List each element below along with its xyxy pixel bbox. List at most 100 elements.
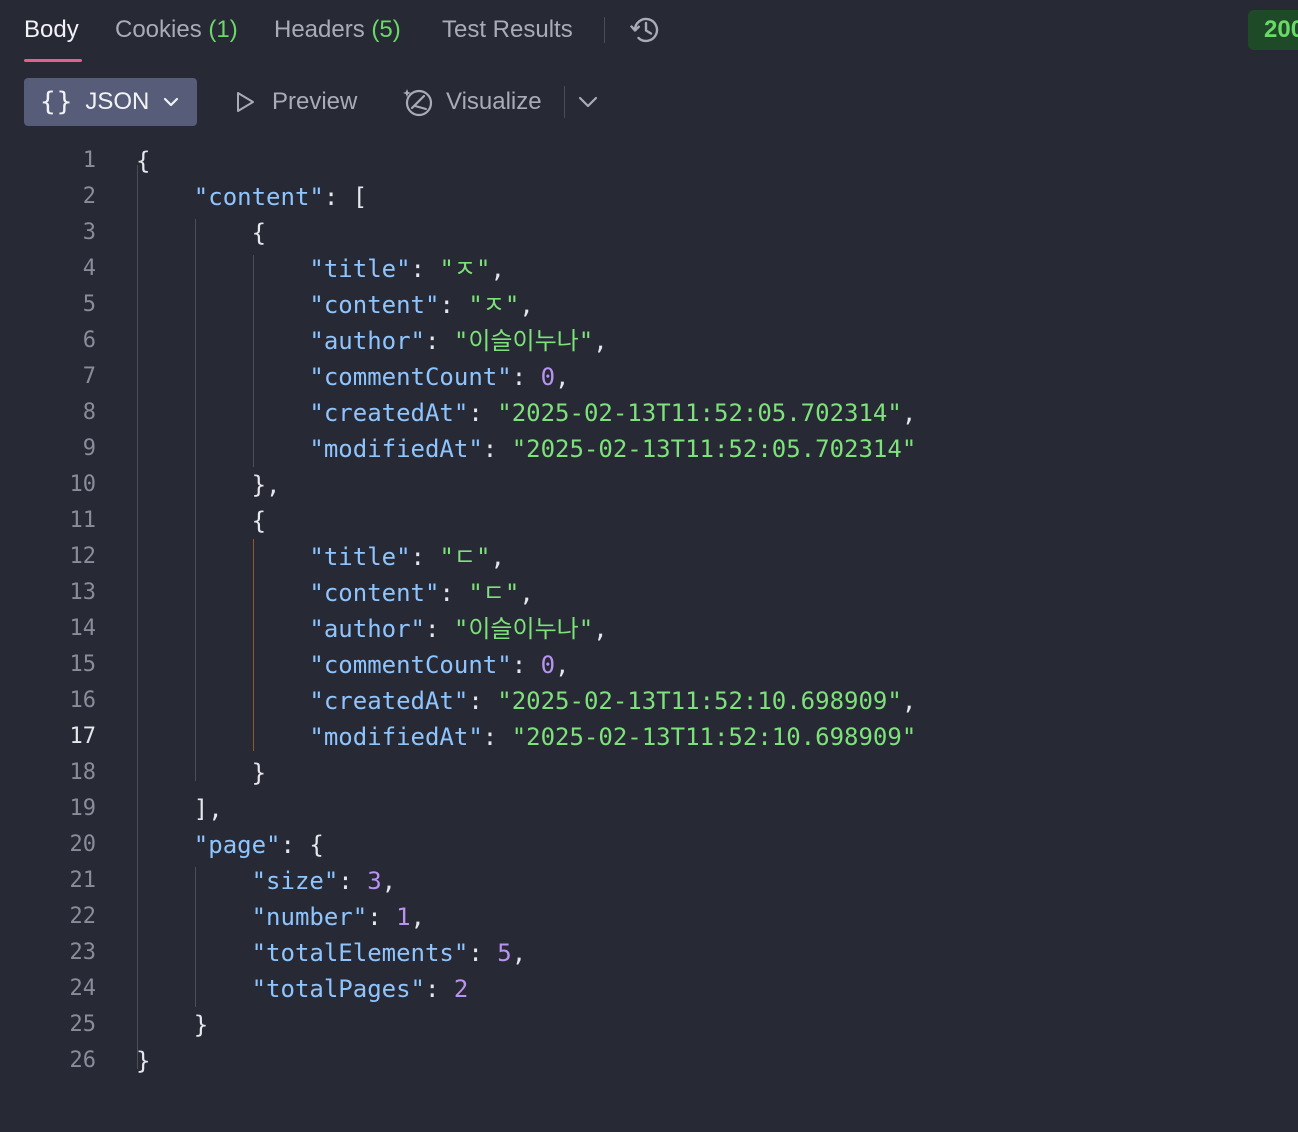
json-punctuation: , (519, 579, 534, 607)
code-line[interactable]: 10 }, (0, 467, 1298, 503)
code-line[interactable]: 24 "totalPages": 2 (0, 971, 1298, 1007)
json-punctuation: : (424, 615, 454, 643)
json-punctuation: } (136, 759, 267, 787)
json-punctuation: : (424, 327, 454, 355)
format-dropdown-button[interactable]: {} JSON (24, 78, 197, 126)
status-code: 200 (1264, 16, 1298, 43)
code-line[interactable]: 9 "modifiedAt": "2025-02-13T11:52:05.702… (0, 431, 1298, 467)
json-punctuation (136, 291, 309, 319)
code-text: } (136, 755, 266, 791)
code-line[interactable]: 3 { (0, 215, 1298, 251)
json-string: "2025-02-13T11:52:10.698909" (497, 687, 902, 715)
code-line[interactable]: 22 "number": 1, (0, 899, 1298, 935)
line-number: 11 (69, 508, 97, 533)
code-line[interactable]: 5 "content": "ㅈ", (0, 287, 1298, 323)
json-number: 2 (453, 975, 469, 1003)
tab-test-results[interactable]: Test Results (442, 12, 573, 48)
code-line[interactable]: 4 "title": "ㅈ", (0, 251, 1298, 287)
code-line[interactable]: 21 "size": 3, (0, 863, 1298, 899)
tab-headers-label: Headers (274, 16, 365, 43)
tab-headers[interactable]: Headers (5) (274, 12, 401, 48)
code-text: "author": "이슬이누나", (136, 323, 607, 359)
code-line[interactable]: 19 ], (0, 791, 1298, 827)
json-punctuation (136, 399, 309, 427)
code-line[interactable]: 8 "createdAt": "2025-02-13T11:52:05.7023… (0, 395, 1298, 431)
code-line[interactable]: 13 "content": "ㄷ", (0, 575, 1298, 611)
tab-body[interactable]: Body (24, 12, 79, 48)
json-punctuation: { (136, 219, 267, 247)
code-line[interactable]: 7 "commentCount": 0, (0, 359, 1298, 395)
json-punctuation: : (439, 579, 469, 607)
json-punctuation: , (901, 687, 917, 715)
code-line[interactable]: 16 "createdAt": "2025-02-13T11:52:10.698… (0, 683, 1298, 719)
json-number: 0 (540, 651, 556, 679)
line-number: 13 (69, 580, 97, 605)
json-punctuation (136, 723, 309, 751)
code-line[interactable]: 17 "modifiedAt": "2025-02-13T11:52:10.69… (0, 719, 1298, 755)
json-string: "ㄷ" (439, 543, 491, 571)
code-line[interactable]: 2 "content": [ (0, 179, 1298, 215)
json-key: "content" (309, 291, 440, 319)
code-text: "content": [ (136, 179, 367, 215)
json-punctuation (136, 435, 309, 463)
code-line[interactable]: 6 "author": "이슬이누나", (0, 323, 1298, 359)
line-number: 15 (69, 652, 97, 677)
visualize-label: Visualize (446, 88, 542, 115)
line-number: 23 (69, 940, 97, 965)
preview-button[interactable]: Preview (232, 80, 357, 124)
visualize-button[interactable]: Visualize (402, 80, 542, 124)
response-body-editor[interactable]: 1{2 "content": [3 {4 "title": "ㅈ", 5 "con… (0, 143, 1298, 1079)
json-punctuation: : [ (323, 183, 368, 211)
json-punctuation (136, 867, 252, 895)
json-punctuation: { (136, 147, 151, 175)
code-text: "totalPages": 2 (136, 971, 469, 1007)
status-badge: 200 (1248, 10, 1298, 50)
json-punctuation (136, 579, 309, 607)
code-line[interactable]: 11 { (0, 503, 1298, 539)
code-text: "createdAt": "2025-02-13T11:52:05.702314… (136, 395, 916, 431)
json-punctuation (136, 363, 309, 391)
json-key: "commentCount" (309, 651, 512, 679)
code-line[interactable]: 18 } (0, 755, 1298, 791)
json-punctuation (136, 327, 309, 355)
line-number: 21 (69, 868, 97, 893)
json-punctuation: , (555, 363, 570, 391)
json-key: "size" (251, 867, 339, 895)
code-text: { (136, 215, 266, 251)
code-line[interactable]: 23 "totalElements": 5, (0, 935, 1298, 971)
json-punctuation: } (136, 1047, 151, 1075)
json-string: "이슬이누나" (453, 615, 594, 643)
json-punctuation: : (367, 903, 397, 931)
code-text: } (136, 1043, 150, 1079)
code-line[interactable]: 26} (0, 1043, 1298, 1079)
visualize-options-button[interactable] (574, 88, 602, 116)
code-line[interactable]: 12 "title": "ㄷ", (0, 539, 1298, 575)
code-text: "commentCount": 0, (136, 359, 570, 395)
json-string: "이슬이누나" (453, 327, 594, 355)
history-button[interactable] (628, 12, 664, 48)
line-number: 25 (69, 1012, 97, 1037)
code-line[interactable]: 1{ (0, 143, 1298, 179)
tab-headers-count: (5) (371, 16, 401, 43)
json-key: "content" (193, 183, 324, 211)
json-string: "ㄷ" (468, 579, 520, 607)
code-line[interactable]: 14 "author": "이슬이누나", (0, 611, 1298, 647)
tab-cookies[interactable]: Cookies (1) (115, 12, 238, 48)
line-number: 26 (69, 1048, 97, 1073)
code-line[interactable]: 20 "page": { (0, 827, 1298, 863)
json-punctuation (136, 903, 252, 931)
json-punctuation (136, 183, 194, 211)
tab-cookies-label: Cookies (115, 16, 202, 43)
code-text: "content": "ㅈ", (136, 287, 533, 323)
code-text: { (136, 503, 266, 539)
braces-icon: {} (40, 87, 74, 117)
line-number: 18 (69, 760, 97, 785)
code-text: "totalElements": 5, (136, 935, 527, 971)
line-number: 7 (82, 364, 96, 389)
code-line[interactable]: 15 "commentCount": 0, (0, 647, 1298, 683)
line-number: 1 (82, 148, 96, 173)
json-punctuation: , (490, 255, 505, 283)
json-punctuation (136, 687, 309, 715)
code-line[interactable]: 25 } (0, 1007, 1298, 1043)
visualize-icon (403, 89, 433, 117)
